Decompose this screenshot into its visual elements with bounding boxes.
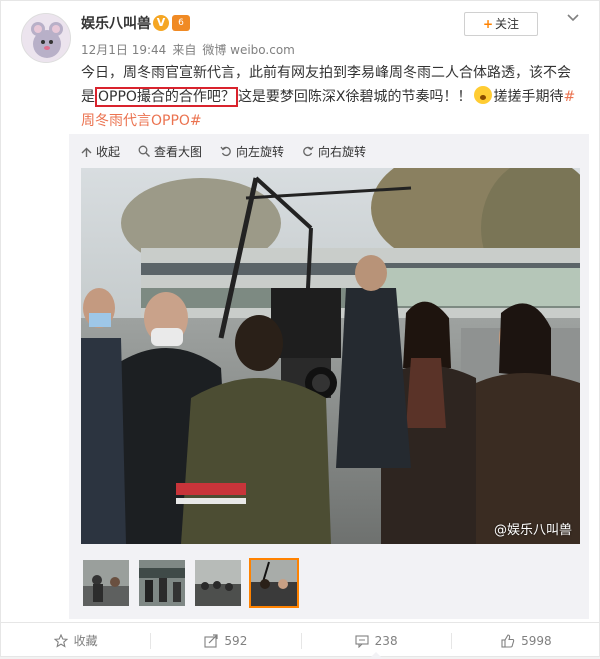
avatar[interactable] [21, 13, 71, 63]
media-toolbar: 收起 查看大图 向左旋转 向右旋转 [81, 142, 384, 160]
repost-icon [204, 633, 219, 648]
like-button[interactable]: 5998 [452, 623, 600, 658]
active-caret [369, 652, 384, 659]
emoji-icon [473, 86, 492, 104]
rotate-right-icon [303, 146, 314, 157]
follow-button[interactable]: + 关注 [464, 12, 538, 36]
post-meta: 12月1日 19:44 来自 微博 weibo.com [81, 41, 301, 58]
collapse-button[interactable]: 收起 [81, 143, 120, 160]
level-badge: 6 [172, 15, 190, 31]
repost-count: 592 [224, 633, 248, 648]
weibo-post-card: 娱乐八叫兽 V 6 12月1日 19:44 来自 微博 weibo.com + 关注 … [0, 0, 600, 659]
post-text: 今日，周冬雨官宣新代言，此前有网友拍到李易峰周冬雨二人合体路透，该不会是 OPPO… [81, 61, 581, 133]
thumbnail-2[interactable] [137, 558, 187, 608]
chevron-down-icon[interactable] [566, 11, 580, 25]
view-large-label: 查看大图 [154, 144, 203, 159]
plus-icon: + [482, 17, 494, 31]
post-photo[interactable]: @娱乐八叫兽 [81, 168, 580, 544]
rotate-left-icon [220, 146, 231, 157]
comment-count: 238 [374, 633, 398, 648]
action-bar: 收藏 592 238 5998 [1, 622, 600, 659]
post-time[interactable]: 12月1日 19:44 [81, 43, 166, 57]
from-label: 来自 [172, 43, 197, 57]
favorite-button[interactable]: 收藏 [1, 623, 150, 658]
thumbs-up-icon [501, 633, 515, 648]
post-source[interactable]: 微博 weibo.com [202, 43, 295, 57]
like-count: 5998 [521, 633, 552, 648]
view-large-button[interactable]: 查看大图 [138, 143, 202, 160]
comment-icon [355, 634, 369, 648]
rotate-right-button[interactable]: 向右旋转 [302, 143, 366, 160]
follow-label: 关注 [495, 17, 520, 31]
post-text-after-emoji: 搓搓手期待 [493, 89, 564, 105]
magnifier-icon [138, 145, 151, 157]
post-text-highlight: OPPO撮合的合作吧？ [95, 87, 238, 107]
thumbnail-strip [81, 558, 305, 608]
comment-button[interactable]: 238 [302, 623, 451, 659]
thumbnail-3[interactable] [193, 558, 243, 608]
rotate-right-label: 向右旋转 [318, 144, 367, 159]
thumbnail-1[interactable] [81, 558, 131, 608]
post-text-after: 这是要梦回陈深X徐碧城的节奏吗！！ [237, 89, 472, 105]
verified-icon: V [153, 15, 169, 31]
photo-watermark: @娱乐八叫兽 [493, 523, 572, 538]
thumbnail-4[interactable] [249, 558, 299, 608]
username[interactable]: 娱乐八叫兽 [81, 13, 151, 33]
photo-image [81, 168, 580, 544]
collapse-label: 收起 [96, 144, 121, 159]
rotate-left-button[interactable]: 向左旋转 [220, 143, 284, 160]
repost-button[interactable]: 592 [151, 623, 300, 658]
rotate-left-label: 向左旋转 [236, 144, 285, 159]
favorite-label: 收藏 [73, 634, 98, 648]
collapse-icon [81, 147, 92, 157]
star-icon [53, 633, 68, 648]
